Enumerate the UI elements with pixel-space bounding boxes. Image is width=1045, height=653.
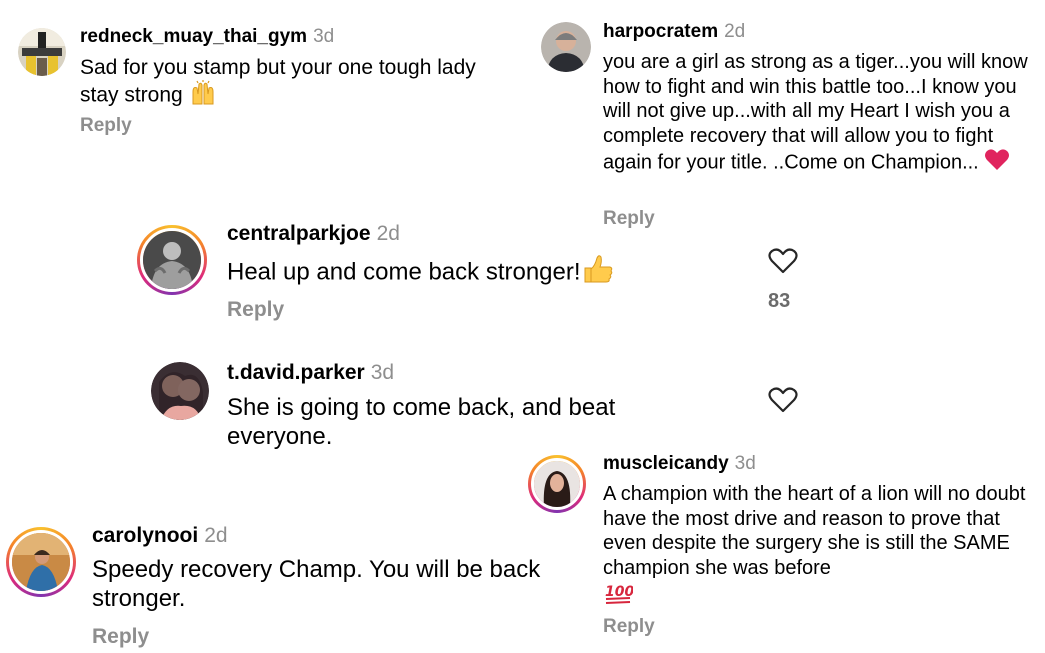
comment-meta: t.david.parker 3d	[227, 361, 394, 385]
comment-meta: redneck_muay_thai_gym 3d	[80, 26, 334, 48]
avatar[interactable]	[541, 22, 591, 72]
like-heart-icon[interactable]	[767, 247, 799, 280]
comment-text: A champion with the heart of a lion will…	[603, 482, 1028, 613]
like-heart-icon[interactable]	[767, 386, 799, 419]
avatar[interactable]	[6, 527, 76, 597]
username[interactable]: muscleicandy	[603, 453, 729, 474]
comment-text: She is going to come back, and beat ever…	[227, 394, 616, 450]
timestamp: 3d	[313, 26, 335, 47]
avatar-image	[12, 533, 70, 591]
comment-meta: centralparkjoe 2d	[227, 222, 400, 246]
hundred-points-icon: 100	[603, 580, 1028, 613]
comment-text: you are a girl as strong as a tiger...yo…	[603, 50, 1033, 179]
reply-button[interactable]: Reply	[603, 208, 655, 230]
username[interactable]: t.david.parker	[227, 361, 365, 384]
red-heart-icon	[984, 148, 1010, 179]
raised-hands-icon	[189, 80, 217, 112]
comment-text: Heal up and come back stronger!	[227, 254, 747, 292]
avatar-image	[151, 362, 209, 420]
comment-text: Sad for you stamp but your one tough lad…	[80, 55, 520, 112]
username[interactable]: redneck_muay_thai_gym	[80, 26, 307, 47]
timestamp: 3d	[734, 453, 756, 474]
reply-button[interactable]: Reply	[603, 616, 655, 638]
reply-button[interactable]: Reply	[227, 298, 284, 322]
comment-meta: harpocratem 2d	[603, 21, 745, 43]
username[interactable]: harpocratem	[603, 21, 718, 42]
username[interactable]: carolynooi	[92, 524, 198, 547]
timestamp: 2d	[724, 21, 746, 42]
username[interactable]: centralparkjoe	[227, 222, 371, 245]
timestamp: 2d	[376, 222, 400, 245]
avatar[interactable]	[18, 28, 66, 76]
avatar[interactable]	[528, 455, 586, 513]
avatar[interactable]	[151, 362, 209, 420]
like-count: 83	[768, 290, 791, 312]
timestamp: 3d	[370, 361, 395, 384]
comment-text: Speedy recovery Champ. You will be back …	[92, 556, 541, 612]
avatar-image	[143, 231, 201, 289]
reply-button[interactable]: Reply	[80, 115, 132, 137]
timestamp: 2d	[204, 524, 228, 547]
reply-button[interactable]: Reply	[92, 625, 149, 649]
avatar[interactable]	[137, 225, 207, 295]
avatar-image	[534, 461, 580, 507]
avatar-image	[18, 28, 66, 76]
thumbs-up-icon	[581, 254, 615, 292]
comment-meta: muscleicandy 3d	[603, 453, 756, 475]
comment-meta: carolynooi 2d	[92, 524, 228, 548]
avatar-image	[541, 22, 591, 72]
